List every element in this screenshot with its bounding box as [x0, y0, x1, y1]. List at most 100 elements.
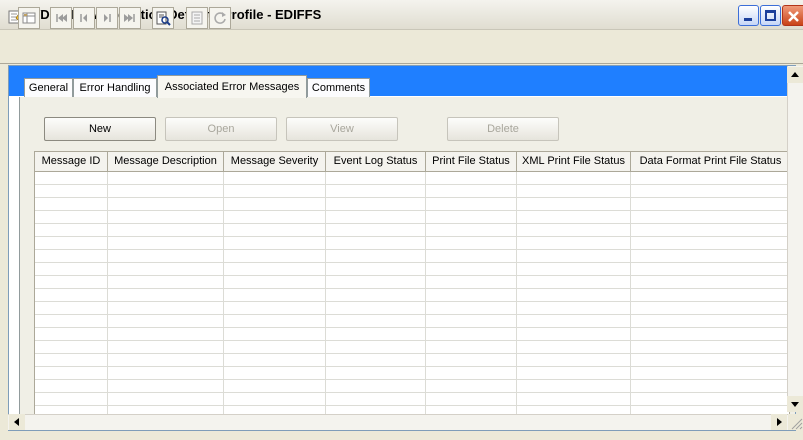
table-cell[interactable] [326, 237, 426, 250]
table-cell[interactable] [326, 393, 426, 406]
table-cell[interactable] [326, 224, 426, 237]
table-row[interactable] [35, 276, 789, 289]
table-cell[interactable] [517, 341, 631, 354]
table-cell[interactable] [426, 302, 517, 315]
table-cell[interactable] [326, 211, 426, 224]
table-row[interactable] [35, 172, 789, 185]
table-cell[interactable] [35, 211, 108, 224]
table-cell[interactable] [35, 198, 108, 211]
table-cell[interactable] [631, 328, 789, 341]
table-row[interactable] [35, 250, 789, 263]
scroll-right-button[interactable] [771, 414, 787, 430]
table-cell[interactable] [224, 172, 326, 185]
table-cell[interactable] [517, 250, 631, 263]
column-header-event-log-status[interactable]: Event Log Status [326, 152, 426, 172]
table-cell[interactable] [108, 224, 224, 237]
column-header-message-id[interactable]: Message ID [35, 152, 108, 172]
table-cell[interactable] [224, 237, 326, 250]
table-cell[interactable] [631, 185, 789, 198]
table-cell[interactable] [108, 289, 224, 302]
table-cell[interactable] [517, 393, 631, 406]
table-cell[interactable] [426, 250, 517, 263]
table-cell[interactable] [517, 172, 631, 185]
table-cell[interactable] [426, 341, 517, 354]
table-cell[interactable] [517, 315, 631, 328]
table-cell[interactable] [35, 289, 108, 302]
column-header-message-description[interactable]: Message Description [108, 152, 224, 172]
table-row[interactable] [35, 237, 789, 250]
table-cell[interactable] [517, 354, 631, 367]
table-cell[interactable] [326, 315, 426, 328]
table-cell[interactable] [224, 224, 326, 237]
table-row[interactable] [35, 198, 789, 211]
table-cell[interactable] [426, 263, 517, 276]
table-cell[interactable] [108, 393, 224, 406]
scroll-down-button[interactable] [787, 396, 803, 412]
table-cell[interactable] [426, 211, 517, 224]
scroll-left-button[interactable] [9, 414, 25, 430]
table-cell[interactable] [631, 276, 789, 289]
view-button[interactable]: View [286, 117, 398, 141]
table-cell[interactable] [631, 367, 789, 380]
table-cell[interactable] [517, 198, 631, 211]
vertical-scrollbar[interactable] [787, 66, 803, 412]
table-row[interactable] [35, 328, 789, 341]
table-cell[interactable] [517, 367, 631, 380]
table-cell[interactable] [108, 211, 224, 224]
table-cell[interactable] [326, 250, 426, 263]
table-cell[interactable] [631, 198, 789, 211]
scroll-up-button[interactable] [787, 67, 803, 83]
table-cell[interactable] [517, 380, 631, 393]
table-cell[interactable] [631, 237, 789, 250]
table-cell[interactable] [35, 302, 108, 315]
table-row[interactable] [35, 367, 789, 380]
close-button[interactable] [782, 5, 803, 26]
table-row[interactable] [35, 263, 789, 276]
table-cell[interactable] [517, 302, 631, 315]
table-cell[interactable] [426, 354, 517, 367]
table-cell[interactable] [224, 302, 326, 315]
table-cell[interactable] [426, 172, 517, 185]
table-cell[interactable] [224, 393, 326, 406]
table-cell[interactable] [108, 354, 224, 367]
tab-general[interactable]: General [24, 78, 73, 97]
table-cell[interactable] [326, 172, 426, 185]
column-header-print-file-status[interactable]: Print File Status [426, 152, 517, 172]
horizontal-scrollbar[interactable] [8, 414, 788, 430]
table-row[interactable] [35, 341, 789, 354]
table-cell[interactable] [108, 302, 224, 315]
table-cell[interactable] [224, 289, 326, 302]
table-cell[interactable] [108, 380, 224, 393]
table-cell[interactable] [426, 367, 517, 380]
table-cell[interactable] [631, 393, 789, 406]
table-row[interactable] [35, 185, 789, 198]
table-cell[interactable] [326, 302, 426, 315]
table-cell[interactable] [224, 263, 326, 276]
minimize-button[interactable] [738, 5, 759, 26]
new-button[interactable]: New [44, 117, 156, 141]
first-record-button[interactable] [50, 7, 72, 29]
table-cell[interactable] [35, 328, 108, 341]
previous-record-button[interactable] [73, 7, 95, 29]
table-cell[interactable] [426, 380, 517, 393]
table-cell[interactable] [631, 250, 789, 263]
table-cell[interactable] [326, 367, 426, 380]
table-row[interactable] [35, 393, 789, 406]
column-header-message-severity[interactable]: Message Severity [224, 152, 326, 172]
table-cell[interactable] [224, 198, 326, 211]
table-cell[interactable] [35, 263, 108, 276]
table-cell[interactable] [326, 289, 426, 302]
table-cell[interactable] [326, 198, 426, 211]
table-cell[interactable] [426, 198, 517, 211]
table-cell[interactable] [631, 224, 789, 237]
table-cell[interactable] [108, 367, 224, 380]
table-cell[interactable] [35, 237, 108, 250]
table-cell[interactable] [224, 367, 326, 380]
print-preview-button[interactable] [152, 7, 174, 29]
table-cell[interactable] [108, 328, 224, 341]
table-cell[interactable] [35, 380, 108, 393]
table-cell[interactable] [35, 250, 108, 263]
table-cell[interactable] [35, 276, 108, 289]
table-cell[interactable] [108, 198, 224, 211]
table-cell[interactable] [326, 276, 426, 289]
